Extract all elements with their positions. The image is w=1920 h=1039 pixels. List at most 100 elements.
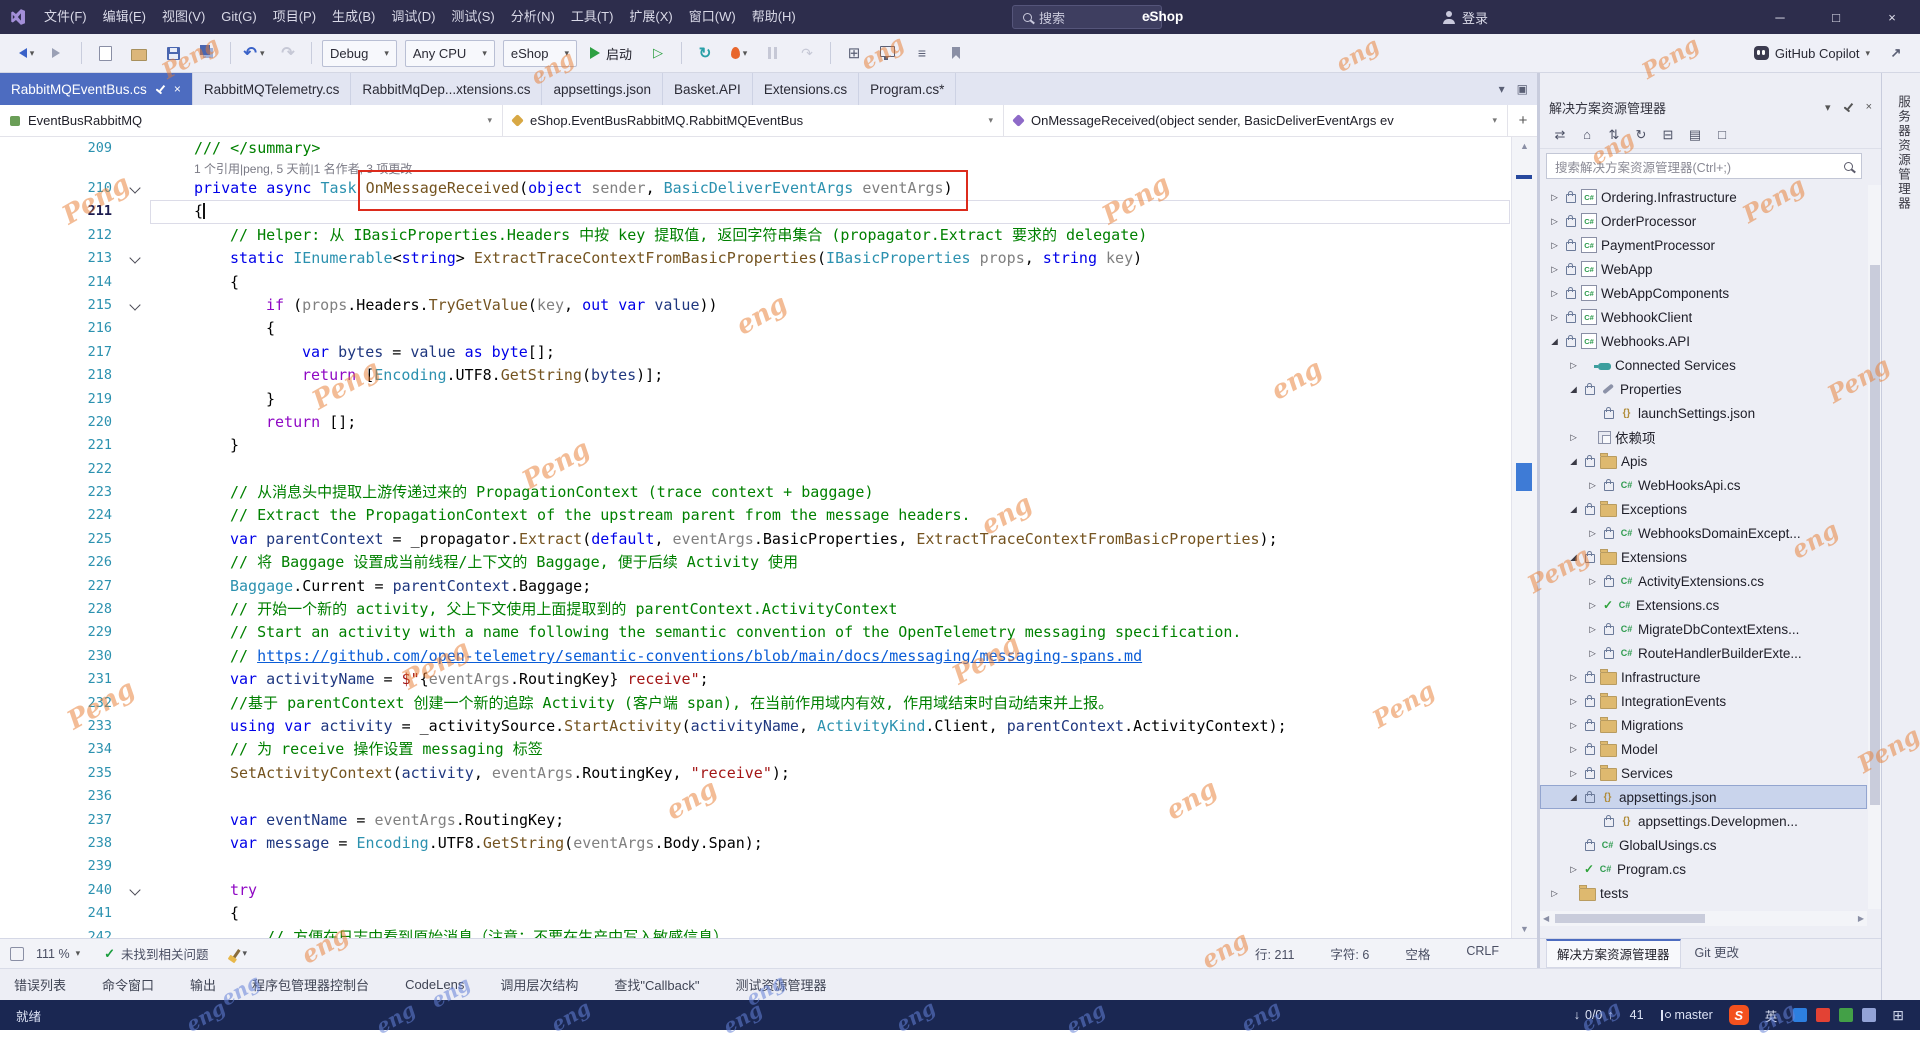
ime-language-indicator[interactable]: 英 [1765, 1006, 1778, 1025]
document-tab[interactable]: Basket.API [663, 73, 753, 105]
expand-icon[interactable]: ▷ [1548, 312, 1561, 323]
tree-item[interactable]: ▷ C# Ordering.Infrastructure [1540, 185, 1867, 209]
document-tab[interactable]: appsettings.json [542, 73, 664, 105]
fold-collapse-icon[interactable] [129, 299, 141, 311]
git-branch-button[interactable]: master [1660, 1008, 1713, 1022]
expand-icon[interactable]: ▷ [1567, 360, 1580, 371]
code-text[interactable]: { [150, 902, 1510, 925]
startup-project-dropdown[interactable]: eShop ▾ [502, 39, 577, 67]
scroll-down-icon[interactable]: ▼ [1512, 924, 1537, 934]
fold-collapse-icon[interactable] [129, 252, 141, 264]
expand-icon[interactable]: ▷ [1586, 480, 1599, 491]
code-text[interactable]: } [150, 388, 1510, 411]
code-cleanup-button[interactable]: ▾ [231, 948, 247, 959]
scroll-up-icon[interactable]: ▲ [1512, 141, 1537, 151]
pin-icon[interactable] [153, 81, 168, 96]
fold-collapse-icon[interactable] [129, 884, 141, 896]
tree-horizontal-scrollbar[interactable]: ◀ ▶ [1540, 911, 1867, 926]
code-text[interactable]: // https://github.com/open-telemetry/sem… [150, 645, 1510, 668]
zoom-dropdown[interactable]: 111 % ▾ [36, 947, 80, 961]
maximize-button[interactable]: □ [1808, 0, 1864, 34]
tree-item[interactable]: ▷ C# WebAppComponents [1540, 281, 1867, 305]
line-ending-indicator[interactable]: CRLF [1466, 944, 1499, 963]
tree-item[interactable]: C# GlobalUsings.cs [1540, 833, 1867, 857]
panel-tab[interactable]: 程序包管理器控制台 [252, 975, 369, 994]
menu-item[interactable]: 工具(T) [563, 0, 622, 34]
expand-icon[interactable]: ▷ [1548, 288, 1561, 299]
expand-icon[interactable]: ▷ [1586, 648, 1599, 659]
menu-item[interactable]: Git(G) [213, 0, 264, 34]
expand-icon[interactable]: ▷ [1567, 864, 1580, 875]
code-text[interactable] [150, 785, 1510, 808]
code-text[interactable]: return []; [150, 411, 1510, 434]
code-text[interactable] [150, 458, 1510, 481]
server-explorer-vertical-tab[interactable]: 服务器资源管理器 [1894, 95, 1913, 211]
code-text[interactable]: // 开始一个新的 activity, 父上下文使用上面提取到的 parentC… [150, 598, 1510, 621]
code-text[interactable]: using var activity = _activitySource.Sta… [150, 715, 1510, 738]
menu-item[interactable]: 分析(N) [503, 0, 563, 34]
expand-icon[interactable]: ◢ [1567, 792, 1580, 803]
tree-item[interactable]: ▷ 依赖项 [1540, 425, 1867, 449]
expand-icon[interactable]: ▷ [1548, 888, 1561, 899]
code-text[interactable]: } [150, 434, 1510, 457]
tree-item[interactable]: ▷ C# MigrateDbContextExtens... [1540, 617, 1867, 641]
panel-tab[interactable]: 测试资源管理器 [735, 975, 826, 994]
show-all-files-button[interactable]: ▤ [1683, 123, 1707, 147]
code-text[interactable]: static IEnumerable<string> ExtractTraceC… [150, 247, 1510, 270]
tree-item[interactable]: ◢ Extensions [1540, 545, 1867, 569]
expand-icon[interactable]: ▷ [1586, 600, 1599, 611]
notification-count[interactable]: 41 [1630, 1008, 1644, 1022]
code-text[interactable]: // Helper: 从 IBasicProperties.Headers 中按… [150, 224, 1510, 247]
document-tab[interactable]: RabbitMqDep...xtensions.cs [351, 73, 543, 105]
tree-item[interactable]: ▷ IntegrationEvents [1540, 689, 1867, 713]
expand-icon[interactable]: ▷ [1567, 432, 1580, 443]
platform-dropdown[interactable]: Any CPU ▾ [404, 39, 495, 67]
expand-icon[interactable]: ◢ [1567, 552, 1580, 563]
tree-item[interactable]: ▷ C# WebhookClient [1540, 305, 1867, 329]
expand-icon[interactable]: ▷ [1567, 696, 1580, 707]
code-text[interactable]: if (props.Headers.TryGetValue(key, out v… [150, 294, 1510, 317]
open-folder-button[interactable] [123, 39, 155, 67]
tree-item[interactable]: ▷ Model [1540, 737, 1867, 761]
tree-item[interactable]: ▷ C# ActivityExtensions.cs [1540, 569, 1867, 593]
menu-item[interactable]: 帮助(H) [744, 0, 804, 34]
fold-margin[interactable] [122, 247, 150, 270]
tree-item[interactable]: ◢ Exceptions [1540, 497, 1867, 521]
code-text[interactable]: /// </summary> [150, 137, 1510, 159]
project-dropdown[interactable]: EventBusRabbitMQ ▾ [0, 105, 503, 136]
code-text[interactable]: { [150, 317, 1510, 340]
code-text[interactable]: { [150, 271, 1510, 294]
menu-item[interactable]: 测试(S) [443, 0, 502, 34]
chevron-down-icon[interactable]: ▾ [1825, 101, 1831, 114]
task-list-button[interactable]: ≡ [906, 39, 938, 67]
share-button[interactable]: ↗ [1880, 39, 1912, 67]
menu-item[interactable]: 调试(D) [383, 0, 443, 34]
navbar-add-button[interactable]: + [1508, 105, 1538, 136]
minimize-button[interactable]: ─ [1752, 0, 1808, 34]
document-list-dropdown-icon[interactable]: ▾ [1499, 82, 1505, 96]
redo-button[interactable]: ↷ [272, 39, 304, 67]
panel-tab[interactable]: 查找"Callback" [614, 975, 699, 994]
code-text[interactable]: var message = Encoding.UTF8.GetString(ev… [150, 832, 1510, 855]
live-visual-tree-button[interactable] [872, 39, 904, 67]
scroll-right-icon[interactable]: ▶ [1858, 914, 1864, 923]
pin-icon[interactable] [1840, 99, 1855, 114]
expand-icon[interactable]: ◢ [1567, 504, 1580, 515]
menu-item[interactable]: 生成(B) [324, 0, 383, 34]
tree-item[interactable]: ▷ Migrations [1540, 713, 1867, 737]
expand-icon[interactable]: ▷ [1548, 264, 1561, 275]
spaces-indicator[interactable]: 空格 [1405, 944, 1430, 963]
sogou-ime-icon[interactable]: S [1728, 1005, 1749, 1025]
panel-tab[interactable]: 命令窗口 [102, 975, 154, 994]
type-dropdown[interactable]: eShop.EventBusRabbitMQ.RabbitMQEventBus … [503, 105, 1004, 136]
menu-item[interactable]: 文件(F) [36, 0, 95, 34]
properties-button[interactable]: □ [1710, 123, 1734, 147]
expand-icon[interactable]: ▷ [1567, 720, 1580, 731]
expand-icon[interactable]: ▷ [1586, 576, 1599, 587]
panel-tab[interactable]: 错误列表 [14, 975, 66, 994]
close-icon[interactable]: × [1866, 101, 1872, 113]
menu-item[interactable]: 视图(V) [154, 0, 213, 34]
navigate-forward-button[interactable] [42, 39, 74, 67]
github-copilot-button[interactable]: GitHub Copilot ▾ [1746, 46, 1878, 61]
code-text[interactable]: // Start an activity with a name followi… [150, 621, 1510, 644]
